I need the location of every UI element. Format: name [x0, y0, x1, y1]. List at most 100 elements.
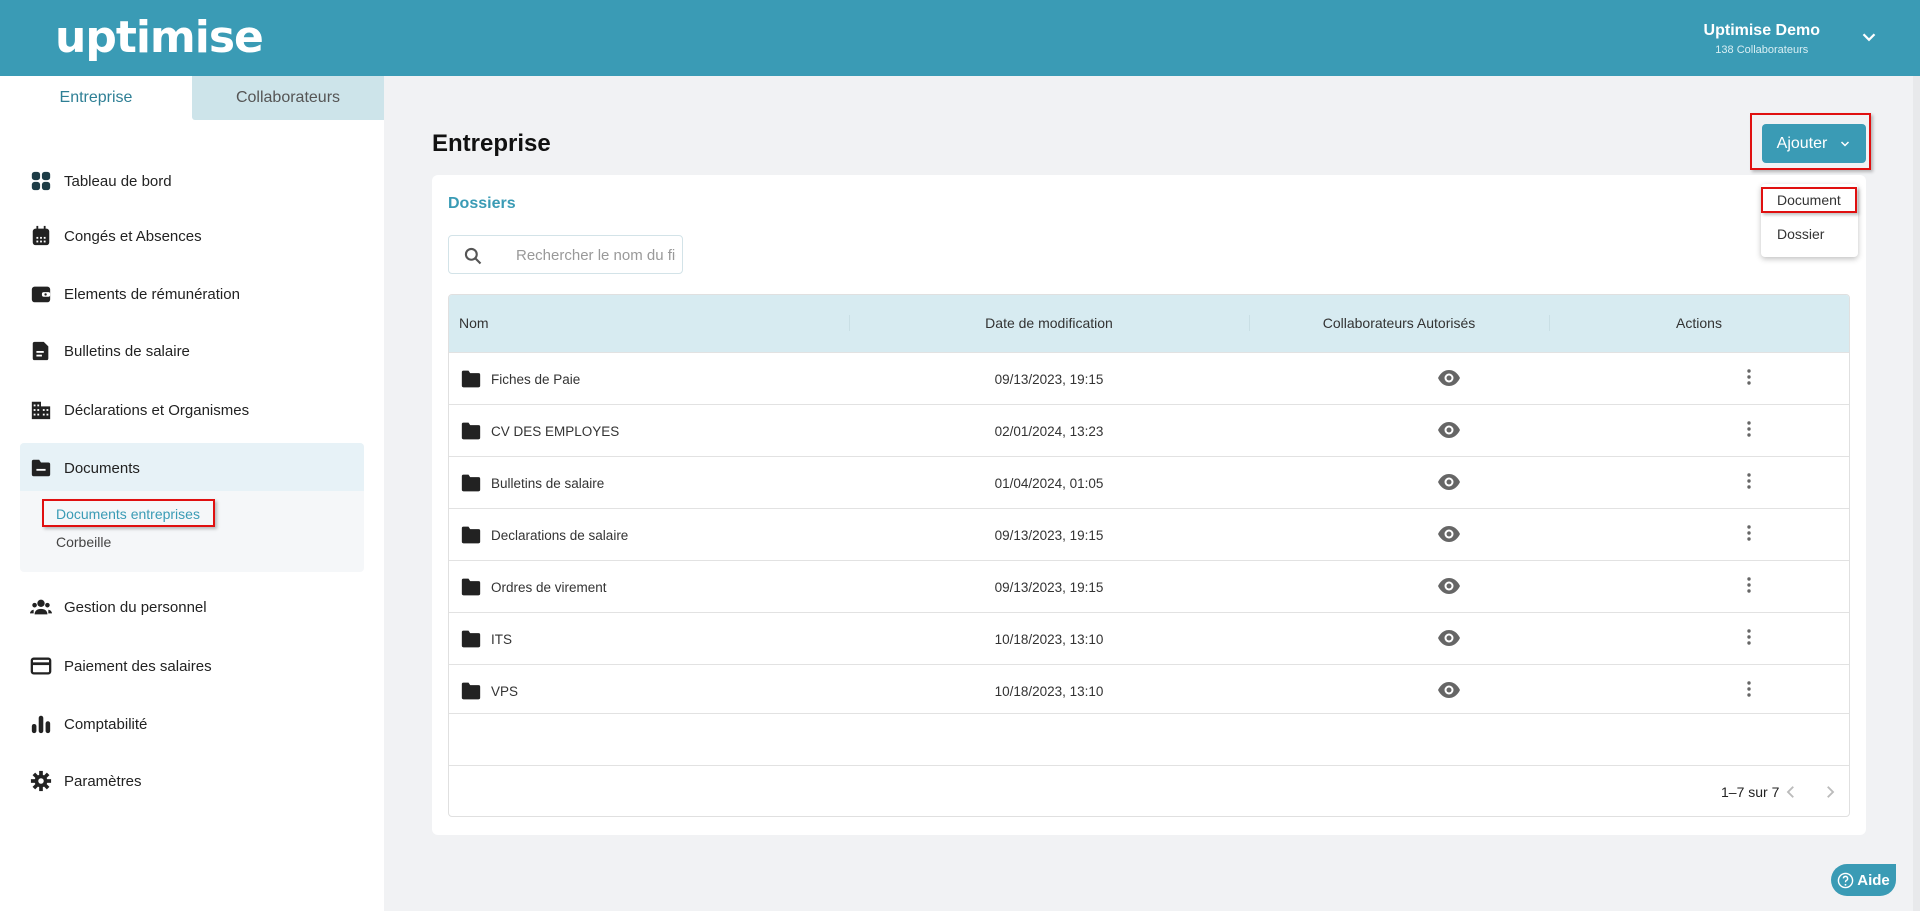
folder-name-cell[interactable]: ITS — [461, 630, 512, 648]
document-icon — [32, 341, 49, 361]
folder-name-cell[interactable]: CV DES EMPLOYES — [461, 422, 619, 440]
scrollbar[interactable] — [1913, 76, 1920, 911]
folder-icon — [461, 630, 481, 648]
table-row[interactable]: ITS 10/18/2023, 13:10 — [449, 612, 1849, 664]
add-button[interactable]: Ajouter — [1762, 124, 1866, 163]
folder-name: Ordres de virement — [491, 579, 607, 595]
sidebar-item-label: Paramètres — [64, 772, 142, 790]
folder-name-cell[interactable]: VPS — [461, 682, 518, 700]
company-name: Uptimise Demo — [1703, 22, 1820, 39]
modified-date: 02/01/2024, 13:23 — [994, 424, 1104, 439]
eye-icon[interactable] — [1437, 577, 1461, 595]
folder-name-cell[interactable]: Fiches de Paie — [461, 370, 580, 388]
gear-icon — [30, 770, 52, 792]
eye-icon[interactable] — [1437, 369, 1461, 387]
dashboard-icon — [31, 171, 51, 191]
folder-icon — [461, 422, 481, 440]
more-vertical-icon[interactable] — [1746, 628, 1752, 646]
more-vertical-icon[interactable] — [1746, 524, 1752, 542]
modified-date: 09/13/2023, 19:15 — [994, 372, 1104, 387]
highlight-box — [42, 499, 215, 527]
table-row[interactable]: VPS 10/18/2023, 13:10 — [449, 664, 1849, 716]
folder-icon — [461, 474, 481, 492]
sidebar-subitem-corbeille[interactable]: Corbeille — [56, 534, 111, 550]
folder-icon — [461, 682, 481, 700]
sidebar-item-conges[interactable]: Congés et Absences — [30, 221, 202, 251]
folder-name: VPS — [491, 683, 519, 699]
folder-icon — [461, 526, 481, 544]
table-row[interactable]: Bulletins de salaire 01/04/2024, 01:05 — [449, 456, 1849, 508]
folder-icon — [461, 578, 481, 596]
table-row[interactable]: Ordres de virement 09/13/2023, 19:15 — [449, 560, 1849, 612]
uptimise-logo[interactable]: uptimise — [55, 12, 264, 63]
eye-icon[interactable] — [1437, 681, 1461, 699]
column-header-date[interactable]: Date de modification — [849, 315, 1249, 331]
chevron-down-icon — [1841, 140, 1850, 147]
folder-name-cell[interactable]: Bulletins de salaire — [461, 474, 604, 492]
eye-icon[interactable] — [1437, 421, 1461, 439]
table-row[interactable]: Declarations de salaire 09/13/2023, 19:1… — [449, 508, 1849, 560]
chevron-left-icon[interactable] — [1782, 783, 1800, 801]
credit-card-icon — [30, 657, 52, 675]
collaborator-count: 138 Collaborateurs — [1715, 44, 1809, 56]
wallet-icon — [31, 286, 51, 303]
sidebar-item-parametres[interactable]: Paramètres — [30, 766, 142, 796]
highlight-box — [1761, 187, 1857, 213]
folder-name-cell[interactable]: Declarations de salaire — [461, 526, 628, 544]
bar-chart-icon — [31, 715, 51, 734]
folder-name-cell[interactable]: Ordres de virement — [461, 578, 607, 596]
sidebar-item-label: Tableau de bord — [64, 172, 172, 190]
folder-name: CV DES EMPLOYES — [491, 423, 620, 439]
search-icon — [464, 247, 482, 265]
eye-icon[interactable] — [1437, 629, 1461, 647]
sidebar-item-documents[interactable]: Documents — [30, 453, 140, 483]
sidebar-item-bulletins[interactable]: Bulletins de salaire — [30, 336, 190, 366]
more-vertical-icon[interactable] — [1746, 368, 1752, 386]
table-row[interactable]: CV DES EMPLOYES 02/01/2024, 13:23 — [449, 404, 1849, 456]
building-icon — [31, 401, 51, 420]
modified-date: 01/04/2024, 01:05 — [994, 476, 1104, 491]
modified-date: 10/18/2023, 13:10 — [994, 684, 1104, 699]
modified-date: 09/13/2023, 19:15 — [994, 580, 1104, 595]
help-button[interactable]: Aide — [1831, 864, 1896, 896]
modified-date: 09/13/2023, 19:15 — [994, 528, 1104, 543]
tab-entreprise[interactable]: Entreprise — [0, 76, 192, 120]
more-vertical-icon[interactable] — [1746, 472, 1752, 490]
folder-icon — [461, 370, 481, 388]
eye-icon[interactable] — [1437, 525, 1461, 543]
sidebar-item-comptabilite[interactable]: Comptabilité — [30, 709, 147, 739]
more-vertical-icon[interactable] — [1746, 576, 1752, 594]
sidebar-item-tableau-de-bord[interactable]: Tableau de bord — [30, 166, 172, 196]
more-vertical-icon[interactable] — [1746, 420, 1752, 438]
menu-item-dossier[interactable]: Dossier — [1777, 226, 1824, 242]
column-header-collaborateurs[interactable]: Collaborateurs Autorisés — [1249, 315, 1549, 331]
chevron-down-icon[interactable] — [1858, 26, 1880, 48]
page-title: Entreprise — [432, 130, 551, 157]
sidebar-item-declarations[interactable]: Déclarations et Organismes — [30, 395, 249, 425]
tab-collaborateurs[interactable]: Collaborateurs — [192, 76, 384, 120]
sidebar-item-remuneration[interactable]: Elements de rémunération — [30, 279, 240, 309]
folder-icon — [31, 459, 51, 477]
table-row[interactable]: Fiches de Paie 09/13/2023, 19:15 — [449, 352, 1849, 404]
sidebar-item-label: Déclarations et Organismes — [64, 401, 250, 419]
sidebar-item-label: Gestion du personnel — [64, 598, 207, 616]
pagination-label: 1–7 sur 7 — [1721, 784, 1780, 800]
help-label: Aide — [1857, 871, 1890, 889]
sidebar-item-gestion-personnel[interactable]: Gestion du personnel — [30, 592, 207, 622]
folder-name: ITS — [491, 631, 513, 647]
pagination: 1–7 sur 7 — [449, 765, 1849, 816]
people-icon — [30, 599, 52, 615]
folder-name: Fiches de Paie — [491, 371, 581, 387]
sidebar-item-paiement[interactable]: Paiement des salaires — [30, 651, 212, 681]
modified-date: 10/18/2023, 13:10 — [994, 632, 1104, 647]
search-placeholder: Rechercher le nom du fichier — [516, 247, 676, 264]
calendar-icon — [32, 225, 50, 246]
company-switcher[interactable]: Uptimise Demo 138 Collaborateurs — [1704, 22, 1820, 56]
column-header-nom[interactable]: Nom — [459, 315, 489, 331]
column-header-actions: Actions — [1676, 315, 1722, 331]
chevron-right-icon[interactable] — [1821, 783, 1839, 801]
eye-icon[interactable] — [1437, 473, 1461, 491]
more-vertical-icon[interactable] — [1746, 680, 1752, 698]
sidebar-item-label: Documents — [64, 459, 140, 477]
search-input[interactable]: Rechercher le nom du fichier — [448, 235, 683, 274]
